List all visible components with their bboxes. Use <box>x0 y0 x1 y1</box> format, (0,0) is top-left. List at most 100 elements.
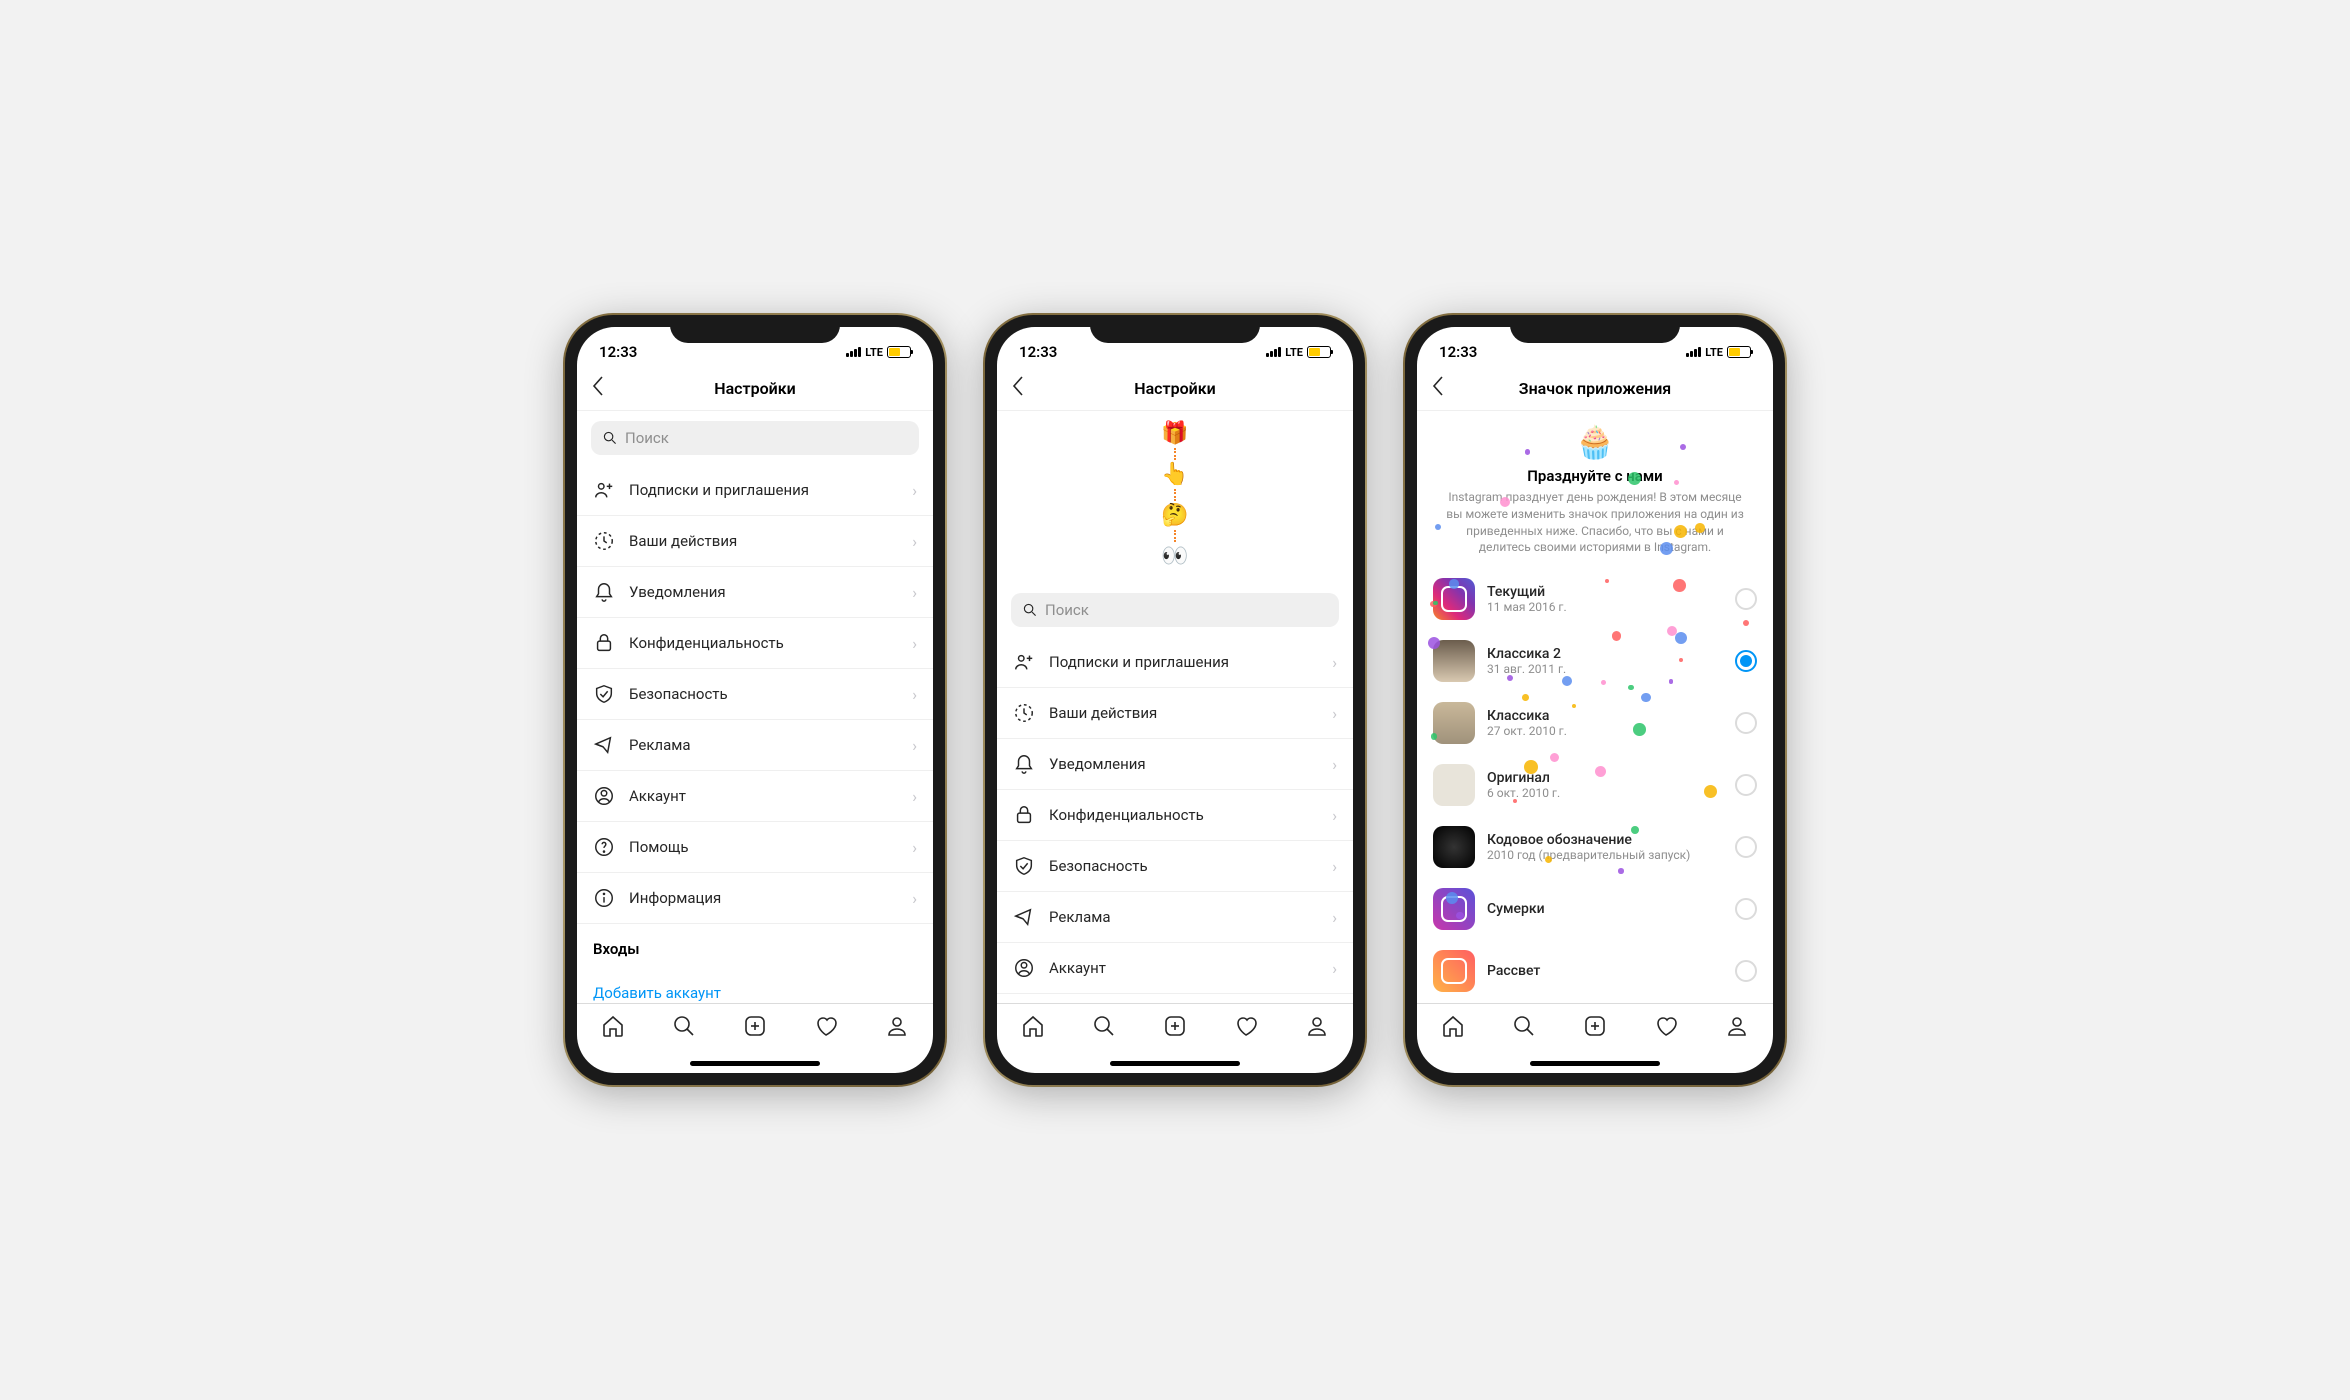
radio-button[interactable] <box>1735 898 1757 920</box>
setting-item-2[interactable]: Уведомления › <box>997 739 1353 790</box>
tab-add[interactable] <box>1583 1014 1607 1044</box>
option-name: Классика <box>1487 708 1723 724</box>
app-icon-option-1[interactable]: Классика 2 31 авг. 2011 г. <box>1417 630 1773 692</box>
signal-icon <box>1266 347 1281 357</box>
search-input[interactable]: Поиск <box>591 421 919 455</box>
chevron-right-icon: › <box>912 481 917 500</box>
app-icon-preview <box>1433 702 1475 744</box>
tab-profile[interactable] <box>885 1014 909 1044</box>
back-button[interactable] <box>1431 375 1445 403</box>
setting-icon <box>1013 804 1035 826</box>
tab-search[interactable] <box>1512 1014 1536 1044</box>
tab-add[interactable] <box>1163 1014 1187 1044</box>
app-icon-option-5[interactable]: Сумерки <box>1417 878 1773 940</box>
setting-item-7[interactable]: Помощь › <box>577 822 933 873</box>
notch <box>670 315 840 343</box>
radio-button[interactable] <box>1735 650 1757 672</box>
tab-profile[interactable] <box>1725 1014 1749 1044</box>
confetti-dot <box>1595 766 1606 777</box>
app-icon-preview <box>1433 640 1475 682</box>
option-name: Классика 2 <box>1487 646 1723 662</box>
setting-item-4[interactable]: Безопасность › <box>577 669 933 720</box>
radio-button[interactable] <box>1735 836 1757 858</box>
tab-home[interactable] <box>1021 1014 1045 1044</box>
setting-label: Безопасность <box>1049 857 1318 875</box>
tab-activity[interactable] <box>1234 1014 1258 1044</box>
setting-icon <box>593 632 615 654</box>
tab-add[interactable] <box>743 1014 767 1044</box>
tab-activity[interactable] <box>1654 1014 1678 1044</box>
setting-item-5[interactable]: Реклама › <box>997 892 1353 943</box>
setting-label: Безопасность <box>629 685 898 703</box>
setting-icon <box>1013 906 1035 928</box>
app-icon-option-4[interactable]: Кодовое обозначение 2010 год (предварите… <box>1417 816 1773 878</box>
back-button[interactable] <box>1011 375 1025 403</box>
notch <box>1090 315 1260 343</box>
home-indicator[interactable] <box>577 1053 933 1073</box>
emoji-2: 🤔 <box>1161 503 1188 528</box>
setting-label: Конфиденциальность <box>1049 806 1318 824</box>
option-name: Текущий <box>1487 584 1723 600</box>
app-icon-option-2[interactable]: Классика 27 окт. 2010 г. <box>1417 692 1773 754</box>
nav-header: Настройки <box>577 367 933 411</box>
tab-home[interactable] <box>1441 1014 1465 1044</box>
emoji-easter-egg[interactable]: 🎁👆🤔👀 <box>997 411 1353 583</box>
confetti-dot <box>1522 694 1529 701</box>
tab-activity[interactable] <box>814 1014 838 1044</box>
radio-button[interactable] <box>1735 774 1757 796</box>
setting-item-1[interactable]: Ваши действия › <box>997 688 1353 739</box>
confetti-dot <box>1743 620 1749 626</box>
option-date: 31 авг. 2011 г. <box>1487 662 1723 676</box>
setting-item-0[interactable]: Подписки и приглашения › <box>997 637 1353 688</box>
chevron-right-icon: › <box>912 787 917 806</box>
search-input[interactable]: Поиск <box>1011 593 1339 627</box>
setting-item-3[interactable]: Конфиденциальность › <box>997 790 1353 841</box>
setting-icon <box>1013 855 1035 877</box>
setting-item-8[interactable]: Информация › <box>577 873 933 924</box>
confetti-dot <box>1545 856 1552 863</box>
radio-button[interactable] <box>1735 712 1757 734</box>
confetti-dot <box>1628 685 1634 691</box>
home-indicator[interactable] <box>997 1053 1353 1073</box>
setting-icon <box>1013 651 1035 673</box>
signal-icon <box>846 347 861 357</box>
home-indicator[interactable] <box>1417 1053 1773 1073</box>
setting-item-5[interactable]: Реклама › <box>577 720 933 771</box>
option-name: Кодовое обозначение <box>1487 832 1723 848</box>
tab-search[interactable] <box>672 1014 696 1044</box>
notch <box>1510 315 1680 343</box>
back-button[interactable] <box>591 375 605 403</box>
setting-label: Конфиденциальность <box>629 634 898 652</box>
setting-item-0[interactable]: Подписки и приглашения › <box>577 465 933 516</box>
confetti-dot <box>1673 579 1686 592</box>
setting-icon <box>1013 957 1035 979</box>
setting-icon <box>593 530 615 552</box>
search-placeholder: Поиск <box>1045 601 1089 619</box>
setting-item-6[interactable]: Аккаунт › <box>997 943 1353 994</box>
phone-3: 12:33 LTE Значок приложения 🧁 Празднуйте… <box>1405 315 1785 1085</box>
setting-item-1[interactable]: Ваши действия › <box>577 516 933 567</box>
radio-button[interactable] <box>1735 960 1757 982</box>
chevron-right-icon: › <box>912 838 917 857</box>
setting-label: Уведомления <box>1049 755 1318 773</box>
radio-button[interactable] <box>1735 588 1757 610</box>
confetti-dot <box>1612 631 1621 640</box>
confetti-dot <box>1660 542 1673 555</box>
app-icon-option-3[interactable]: Оригинал 6 окт. 2010 г. <box>1417 754 1773 816</box>
add-account-link[interactable]: Добавить аккаунт <box>577 974 933 1003</box>
setting-item-7[interactable]: Помощь › <box>997 994 1353 1003</box>
tab-profile[interactable] <box>1305 1014 1329 1044</box>
status-time: 12:33 <box>1439 343 1477 361</box>
tab-search[interactable] <box>1092 1014 1116 1044</box>
setting-icon <box>1013 702 1035 724</box>
app-icon-option-6[interactable]: Рассвет <box>1417 940 1773 1002</box>
setting-item-4[interactable]: Безопасность › <box>997 841 1353 892</box>
tab-home[interactable] <box>601 1014 625 1044</box>
setting-item-3[interactable]: Конфиденциальность › <box>577 618 933 669</box>
app-icon-preview <box>1433 826 1475 868</box>
setting-item-6[interactable]: Аккаунт › <box>577 771 933 822</box>
option-date: 27 окт. 2010 г. <box>1487 724 1723 738</box>
setting-item-2[interactable]: Уведомления › <box>577 567 933 618</box>
app-icon-option-0[interactable]: Текущий 11 мая 2016 г. <box>1417 568 1773 630</box>
chevron-right-icon: › <box>1332 704 1337 723</box>
